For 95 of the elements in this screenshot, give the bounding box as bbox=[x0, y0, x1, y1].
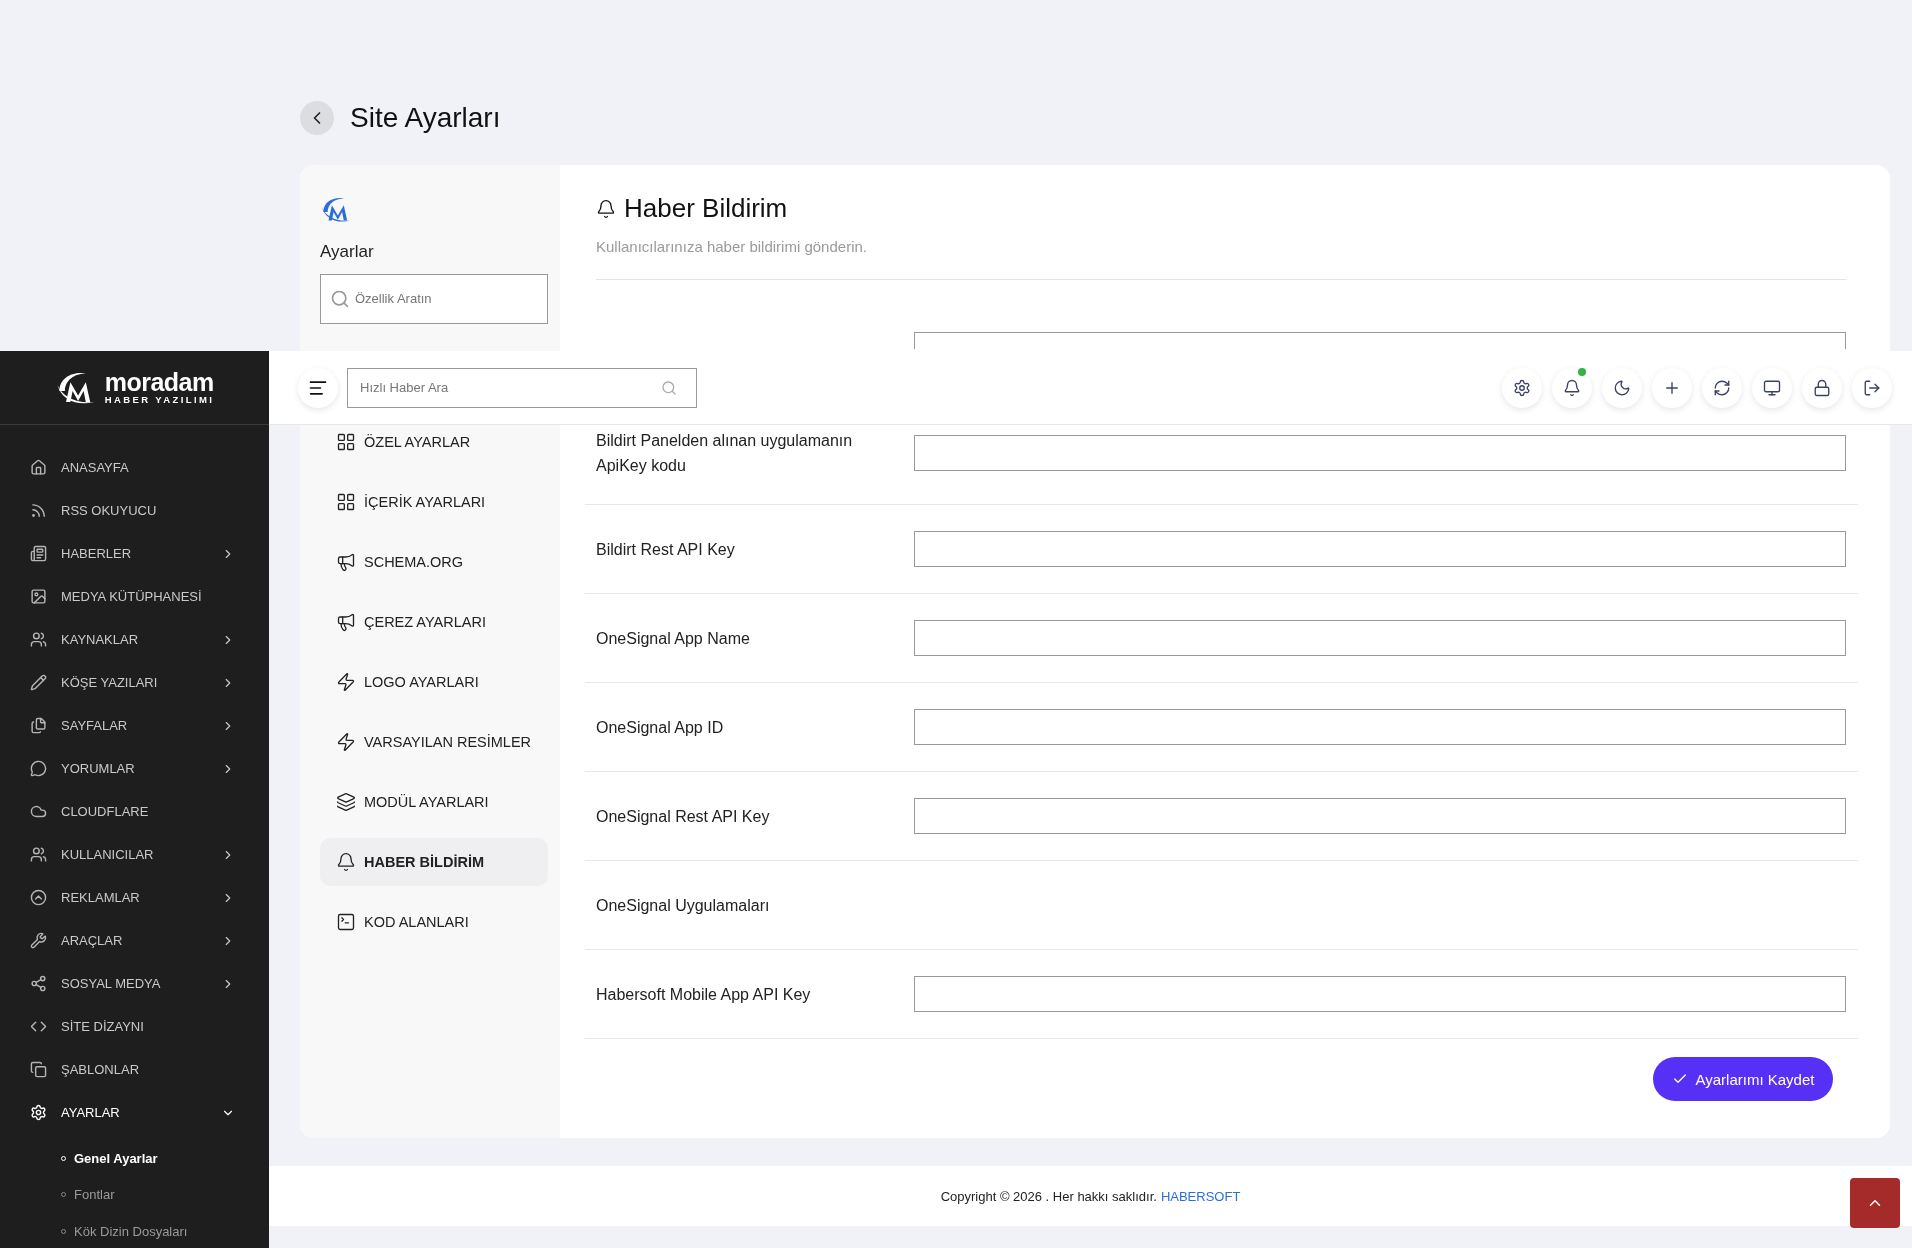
speech-bubble-icon bbox=[30, 760, 47, 777]
sidebar-item[interactable]: RSS OKUYUCU bbox=[0, 489, 269, 532]
settings-nav-item[interactable]: ÖZEL AYARLAR bbox=[320, 426, 548, 457]
logout-icon bbox=[1863, 378, 1881, 397]
sidebar-item[interactable]: HABERLER bbox=[0, 532, 269, 575]
feature-search-field[interactable]: Özellik Aratın bbox=[320, 273, 548, 324]
newspaper-icon bbox=[30, 545, 47, 562]
copy-icon bbox=[30, 1061, 47, 1078]
bell-icon bbox=[596, 198, 616, 219]
settings-nav-item[interactable]: SCHEMA.ORG bbox=[320, 546, 548, 577]
rss-icon bbox=[30, 502, 47, 519]
lightning-icon bbox=[336, 731, 356, 752]
field-label: OneSignal App Name bbox=[596, 628, 751, 649]
grid-icon bbox=[336, 431, 356, 452]
sidebar-subitem[interactable]: Fontlar bbox=[0, 1176, 269, 1213]
section-title: Haber Bildirim bbox=[624, 193, 788, 224]
bell-icon bbox=[1563, 378, 1581, 397]
search-icon bbox=[330, 288, 350, 309]
settings-nav-item[interactable]: MODÜL AYARLARI bbox=[320, 786, 548, 817]
sidebar-item[interactable]: KULLANICILAR bbox=[0, 833, 269, 876]
input-field[interactable] bbox=[914, 531, 1846, 567]
field-label: Bildirt Panelden alınan uygulamanın ApiKey kodu bbox=[596, 431, 854, 476]
news-search-field[interactable]: Hızlı Haber Ara bbox=[347, 367, 697, 408]
logout-button[interactable] bbox=[1852, 367, 1892, 408]
sidebar-item[interactable]: AYARLAR bbox=[0, 1091, 269, 1134]
sidebar-item[interactable]: SOSYAL MEDYA bbox=[0, 962, 269, 1005]
files-icon bbox=[30, 717, 47, 734]
settings-icon bbox=[1513, 378, 1531, 397]
section-subtitle: Kullanıcılarınıza haber bildirimi gönderin. bbox=[596, 238, 868, 255]
lock-icon bbox=[1813, 378, 1831, 397]
wrench-icon bbox=[30, 932, 47, 949]
sidebar-item[interactable]: SİTE DİZAYNI bbox=[0, 1005, 269, 1048]
sidebar-item[interactable]: ARAÇLAR bbox=[0, 919, 269, 962]
image-icon bbox=[30, 588, 47, 605]
monitor-icon bbox=[1763, 378, 1781, 397]
refresh-icon bbox=[1713, 378, 1731, 397]
lightning-icon bbox=[336, 671, 356, 692]
settings-nav-item[interactable]: ÇEREZ AYARLARI bbox=[320, 606, 548, 637]
field-label: OneSignal Rest API Key bbox=[596, 806, 771, 827]
circle-icon bbox=[30, 889, 47, 906]
settings-icon bbox=[30, 1104, 47, 1121]
nav-title: Ayarlar bbox=[320, 241, 375, 262]
grid-icon bbox=[336, 491, 356, 512]
input-field[interactable] bbox=[914, 709, 1846, 745]
add-button[interactable] bbox=[1652, 367, 1692, 408]
notifications-button[interactable] bbox=[1552, 367, 1592, 408]
field-label: OneSignal Uygulamaları bbox=[596, 895, 771, 916]
copyright-text: Copyright © 2026 . Her hakkı saklıdır. bbox=[940, 1188, 1157, 1204]
megaphone-icon bbox=[336, 611, 356, 632]
bell-icon bbox=[336, 851, 356, 872]
sidebar-item[interactable]: REKLAMLAR bbox=[0, 876, 269, 919]
input-field[interactable] bbox=[914, 332, 1846, 349]
input-field[interactable] bbox=[914, 976, 1846, 1012]
layers-icon bbox=[336, 791, 356, 812]
refresh-button[interactable] bbox=[1702, 367, 1742, 408]
pencil-icon bbox=[30, 674, 47, 691]
settings-nav-item[interactable]: KOD ALANLARI bbox=[320, 906, 548, 937]
settings-nav-item[interactable]: LOGO AYARLARI bbox=[320, 666, 548, 697]
site-preview-button[interactable] bbox=[1752, 367, 1792, 408]
field-label: Habersoft Mobile App API Key bbox=[596, 984, 812, 1005]
logo-tagline: HABER YAZILIMI bbox=[104, 395, 215, 405]
input-field[interactable] bbox=[914, 798, 1846, 834]
sidebar-item[interactable]: KAYNAKLAR bbox=[0, 618, 269, 661]
sidebar-item[interactable]: YORUMLAR bbox=[0, 747, 269, 790]
cloud-icon bbox=[30, 803, 47, 820]
sidebar-item[interactable]: KÖŞE YAZILARI bbox=[0, 661, 269, 704]
page-title: Site Ayarları bbox=[350, 102, 501, 134]
field-label: Bildirt Rest API Key bbox=[596, 539, 736, 560]
sidebar-item[interactable]: CLOUDFLARE bbox=[0, 790, 269, 833]
dark-mode-button[interactable] bbox=[1602, 367, 1642, 408]
settings-nav-item[interactable]: VARSAYILAN RESİMLER bbox=[320, 726, 548, 757]
settings-button[interactable] bbox=[1502, 367, 1542, 408]
users-icon bbox=[30, 846, 47, 863]
logo-name: moradam bbox=[104, 370, 214, 396]
terminal-icon bbox=[336, 911, 356, 932]
megaphone-icon bbox=[336, 551, 356, 572]
footer-link[interactable]: HABERSOFT bbox=[1160, 1188, 1241, 1204]
input-field[interactable] bbox=[914, 435, 1846, 471]
sidebar-subitem[interactable]: Genel Ayarlar bbox=[0, 1140, 269, 1177]
home-icon bbox=[30, 459, 47, 476]
settings-nav-item[interactable]: İÇERİK AYARLARI bbox=[320, 486, 548, 517]
sidebar-item[interactable]: MEDYA KÜTÜPHANESİ bbox=[0, 575, 269, 618]
users-icon bbox=[30, 631, 47, 648]
sidebar-subitem[interactable]: Kök Dizin Dosyaları bbox=[0, 1213, 269, 1248]
save-button[interactable]: Ayarlarımı Kaydet bbox=[1653, 1057, 1833, 1101]
field-label: OneSignal App ID bbox=[596, 717, 725, 738]
sidebar-item[interactable]: ŞABLONLAR bbox=[0, 1048, 269, 1091]
input-field[interactable] bbox=[914, 620, 1846, 656]
share-icon bbox=[30, 975, 47, 992]
sidebar-item[interactable]: ANASAYFA bbox=[0, 446, 269, 489]
menu-button[interactable] bbox=[298, 367, 338, 408]
moon-icon bbox=[1613, 378, 1631, 397]
search-icon bbox=[661, 379, 677, 396]
sidebar-item[interactable]: SAYFALAR bbox=[0, 704, 269, 747]
lock-button[interactable] bbox=[1802, 367, 1842, 408]
